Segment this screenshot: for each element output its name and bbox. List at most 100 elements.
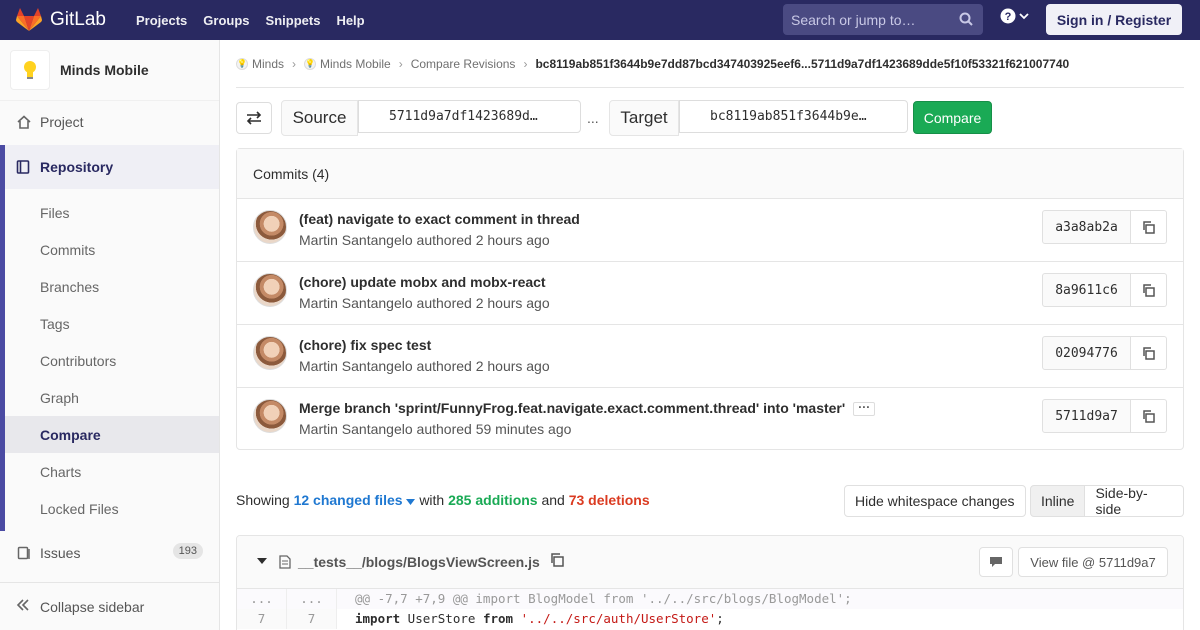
chevron-right-icon: › — [398, 56, 403, 71]
nav-snippets[interactable]: Snippets — [258, 13, 329, 28]
commit-title[interactable]: (chore) update mobx and mobx-react — [299, 274, 546, 290]
target-label: Target — [609, 100, 679, 136]
file-path[interactable]: __tests__/blogs/BlogsViewScreen.js — [298, 554, 540, 570]
commit-row: (chore) update mobx and mobx-react Marti… — [237, 262, 1183, 325]
commit-title[interactable]: (chore) fix spec test — [299, 337, 431, 353]
author-avatar[interactable] — [253, 399, 287, 433]
sidebar-item-compare[interactable]: Compare — [5, 416, 219, 453]
nav-groups[interactable]: Groups — [195, 13, 257, 28]
search-input[interactable]: Search or jump to… — [783, 4, 983, 35]
svg-text:?: ? — [1005, 11, 1012, 23]
expand-description-button[interactable]: ··· — [853, 401, 876, 417]
sidebar-item-label: Repository — [40, 159, 114, 175]
line-number-new[interactable]: 7 — [287, 609, 337, 629]
commit-sha[interactable]: 8a9611c6 — [1042, 273, 1131, 307]
question-icon: ? — [1000, 8, 1016, 24]
commit-sha[interactable]: a3a8ab2a — [1042, 210, 1131, 244]
commit-sha[interactable]: 02094776 — [1042, 336, 1131, 370]
author-avatar[interactable] — [253, 210, 287, 244]
changed-files-dropdown[interactable]: 12 changed files — [294, 492, 416, 508]
line-number-old[interactable]: 7 — [237, 609, 287, 629]
commit-author[interactable]: Martin Santangelo — [299, 295, 413, 311]
help-dropdown[interactable]: ? — [1000, 8, 1029, 24]
issues-count-badge: 193 — [172, 543, 203, 559]
sidebar-item-charts[interactable]: Charts — [5, 453, 219, 490]
commit-title-text[interactable]: Merge branch 'sprint/FunnyFrog.feat.navi… — [299, 400, 845, 416]
copy-sha-button[interactable] — [1131, 210, 1167, 244]
sidebar-item-label: Project — [40, 113, 84, 130]
diff-stats: Showing 12 changed files with 285 additi… — [236, 492, 650, 508]
copy-icon — [1143, 283, 1155, 297]
sidebar-item-project[interactable]: Project — [0, 103, 219, 140]
chevron-right-icon: › — [523, 56, 528, 71]
copy-sha-button[interactable] — [1131, 273, 1167, 307]
diff-hunk-line: ... ... @@ -7,7 +7,9 @@ import BlogModel… — [237, 589, 1183, 609]
diff-line: 7 7 import UserStore from '../../src/aut… — [237, 609, 1183, 629]
source-label: Source — [281, 100, 358, 136]
commit-author[interactable]: Martin Santangelo — [299, 232, 413, 248]
compare-button[interactable]: Compare — [913, 101, 992, 134]
commit-meta: Martin Santangelo authored 2 hours ago — [299, 295, 550, 311]
sidebar-item-files[interactable]: Files — [5, 194, 219, 231]
source-ref-input[interactable]: 5711d9a7df1423689d… — [358, 100, 581, 133]
additions-count: 285 additions — [448, 492, 538, 508]
breadcrumb-group[interactable]: Minds — [252, 57, 284, 71]
caret-down-icon — [406, 499, 416, 505]
sidebar-project-header[interactable]: Minds Mobile — [0, 40, 219, 101]
search-icon — [959, 12, 973, 26]
commit-title: Merge branch 'sprint/FunnyFrog.feat.navi… — [299, 400, 876, 417]
copy-sha-button[interactable] — [1131, 336, 1167, 370]
inline-view-button[interactable]: Inline — [1030, 485, 1086, 517]
collapse-sidebar-button[interactable]: Collapse sidebar — [0, 582, 219, 630]
author-avatar[interactable] — [253, 273, 287, 307]
breadcrumb: 💡 Minds › 💡 Minds Mobile › Compare Revis… — [236, 40, 1184, 88]
toggle-comments-button[interactable] — [979, 547, 1013, 577]
view-file-button[interactable]: View file @ 5711d9a7 — [1018, 547, 1168, 577]
sidebar-item-branches[interactable]: Branches — [5, 268, 219, 305]
collapse-label: Collapse sidebar — [40, 598, 145, 615]
copy-icon — [1143, 220, 1155, 234]
sidebar-item-contributors[interactable]: Contributors — [5, 342, 219, 379]
commit-title[interactable]: (feat) navigate to exact comment in thre… — [299, 211, 580, 227]
breadcrumb-current[interactable]: bc8119ab851f3644b9e7dd87bcd347403925eef6… — [535, 57, 1069, 71]
commit-time: authored 2 hours ago — [416, 232, 550, 248]
author-avatar[interactable] — [253, 336, 287, 370]
gitlab-logo[interactable]: GitLab — [16, 8, 106, 32]
hide-whitespace-button[interactable]: Hide whitespace changes — [844, 485, 1026, 517]
collapse-caret-icon[interactable] — [257, 558, 267, 564]
nav-projects[interactable]: Projects — [128, 13, 195, 28]
sidebar-item-tags[interactable]: Tags — [5, 305, 219, 342]
sidebar-item-locked-files[interactable]: Locked Files — [5, 490, 219, 527]
sidebar-item-issues[interactable]: Issues 193 — [0, 534, 219, 571]
lightbulb-icon — [24, 61, 36, 79]
copy-icon — [1143, 346, 1155, 360]
commit-time: authored 59 minutes ago — [416, 421, 572, 437]
breadcrumb-project[interactable]: Minds Mobile — [320, 57, 391, 71]
commit-sha[interactable]: 5711d9a7 — [1042, 399, 1131, 433]
code-identifier: UserStore — [400, 611, 483, 626]
stats-and: and — [541, 492, 565, 508]
commits-header: Commits (4) — [237, 149, 1183, 199]
sidebar-item-commits[interactable]: Commits — [5, 231, 219, 268]
code-string: '../../src/auth/UserStore' — [513, 611, 717, 626]
code-punct: ; — [716, 611, 724, 626]
copy-path-icon[interactable] — [550, 553, 564, 567]
target-ref-input[interactable]: bc8119ab851f3644b9e… — [679, 100, 908, 133]
sidebar-item-graph[interactable]: Graph — [5, 379, 219, 416]
project-avatar — [10, 50, 50, 90]
swap-revisions-button[interactable] — [236, 102, 272, 134]
line-number-new[interactable]: ... — [287, 589, 337, 609]
commit-author[interactable]: Martin Santangelo — [299, 358, 413, 374]
signin-button[interactable]: Sign in / Register — [1046, 4, 1182, 35]
diff-file-header[interactable]: __tests__/blogs/BlogsViewScreen.js View … — [237, 536, 1183, 589]
nav-help[interactable]: Help — [328, 13, 372, 28]
commit-row: Merge branch 'sprint/FunnyFrog.feat.navi… — [237, 388, 1183, 451]
book-icon — [16, 160, 30, 174]
sidebar-item-repository[interactable]: Repository — [0, 145, 219, 189]
copy-sha-button[interactable] — [1131, 399, 1167, 433]
side-by-side-view-button[interactable]: Side-by-side — [1085, 485, 1184, 517]
line-number-old[interactable]: ... — [237, 589, 287, 609]
commit-author[interactable]: Martin Santangelo — [299, 421, 413, 437]
breadcrumb-compare[interactable]: Compare Revisions — [411, 57, 516, 71]
project-name: Minds Mobile — [60, 62, 149, 78]
